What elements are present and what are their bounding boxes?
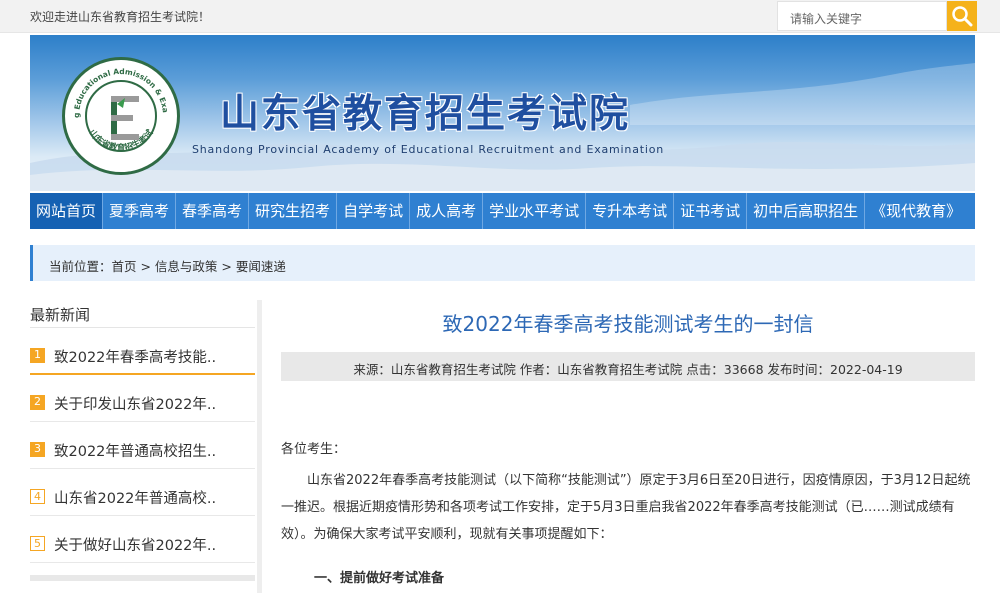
news-link[interactable]: 致2022年春季高考技能..	[54, 346, 216, 367]
article-section-heading: 一、提前做好考试准备	[314, 571, 445, 586]
nav-item-upgrade[interactable]: 专升本考试	[586, 193, 675, 229]
article-meta: 来源：山东省教育招生考试院 作者：山东省教育招生考试院 点击：33668 发布时…	[281, 352, 975, 381]
welcome-text: 欢迎走进山东省教育招生考试院！	[30, 10, 211, 24]
list-item[interactable]: 1 致2022年春季高考技能..	[30, 328, 255, 375]
nav-item-proficiency[interactable]: 学业水平考试	[483, 193, 587, 229]
nav-item-adult-exam[interactable]: 成人高考	[410, 193, 484, 229]
sidebar-footer-bar	[30, 575, 255, 581]
list-item[interactable]: 3 致2022年普通高校招生..	[30, 422, 255, 469]
list-item[interactable]: 5 关于做好山东省2022年..	[30, 516, 255, 563]
search-button[interactable]	[947, 1, 977, 31]
nav-item-graduate[interactable]: 研究生招考	[249, 193, 338, 229]
letter-e-icon	[111, 96, 139, 140]
academy-logo: Shandong Educational Admission & Examina…	[62, 57, 180, 175]
nav-item-spring-exam[interactable]: 春季高考	[176, 193, 250, 229]
site-subtitle: Shandong Provincial Academy of Education…	[192, 143, 665, 156]
nav-item-modern-education[interactable]: 《现代教育》	[865, 193, 967, 229]
nav-item-self-study[interactable]: 自学考试	[337, 193, 411, 229]
list-item[interactable]: 4 山东省2022年普通高校..	[30, 469, 255, 516]
nav-item-home[interactable]: 网站首页	[30, 193, 104, 229]
logo-inner-ring	[85, 80, 157, 152]
news-list: 1 致2022年春季高考技能.. 2 关于印发山东省2022年.. 3 致202…	[30, 328, 255, 563]
article-body: 山东省2022年春季高考技能测试（以下简称“技能测试”）原定于3月6日至20日进…	[281, 473, 971, 542]
nav-item-vocational[interactable]: 初中后高职招生	[747, 193, 866, 229]
latest-news-sidebar: 最新新闻 1 致2022年春季高考技能.. 2 关于印发山东省2022年.. 3…	[30, 300, 255, 593]
article-greeting: 各位考生：	[281, 442, 347, 457]
news-link[interactable]: 关于做好山东省2022年..	[54, 534, 216, 555]
search-icon	[952, 6, 973, 27]
search-input[interactable]: 请输入关键字	[777, 1, 947, 31]
sidebar-title: 最新新闻	[30, 300, 255, 328]
nav-item-certificate[interactable]: 证书考试	[674, 193, 748, 229]
rank-badge: 5	[30, 536, 45, 551]
article-title: 致2022年春季高考技能测试考生的一封信	[442, 312, 814, 336]
news-link[interactable]: 致2022年普通高校招生..	[54, 440, 216, 461]
sidebar-divider	[257, 300, 262, 593]
news-link[interactable]: 关于印发山东省2022年..	[54, 393, 216, 414]
news-link[interactable]: 山东省2022年普通高校..	[54, 487, 216, 508]
site-title: 山东省教育招生考试院	[220, 92, 631, 137]
rank-badge: 4	[30, 489, 45, 504]
list-item[interactable]: 2 关于印发山东省2022年..	[30, 375, 255, 422]
rank-badge: 1	[30, 348, 45, 363]
nav-item-summer-exam[interactable]: 夏季高考	[103, 193, 177, 229]
rank-badge: 2	[30, 395, 45, 410]
rank-badge: 3	[30, 442, 45, 457]
header-banner: Shandong Educational Admission & Examina…	[30, 35, 975, 191]
main-nav: 网站首页 夏季高考 春季高考 研究生招考 自学考试 成人高考 学业水平考试 专升…	[30, 193, 975, 229]
breadcrumb: 当前位置：首页 > 信息与政策 > 要闻速递	[30, 245, 975, 281]
top-bar: 欢迎走进山东省教育招生考试院！ 请输入关键字	[0, 0, 1000, 33]
